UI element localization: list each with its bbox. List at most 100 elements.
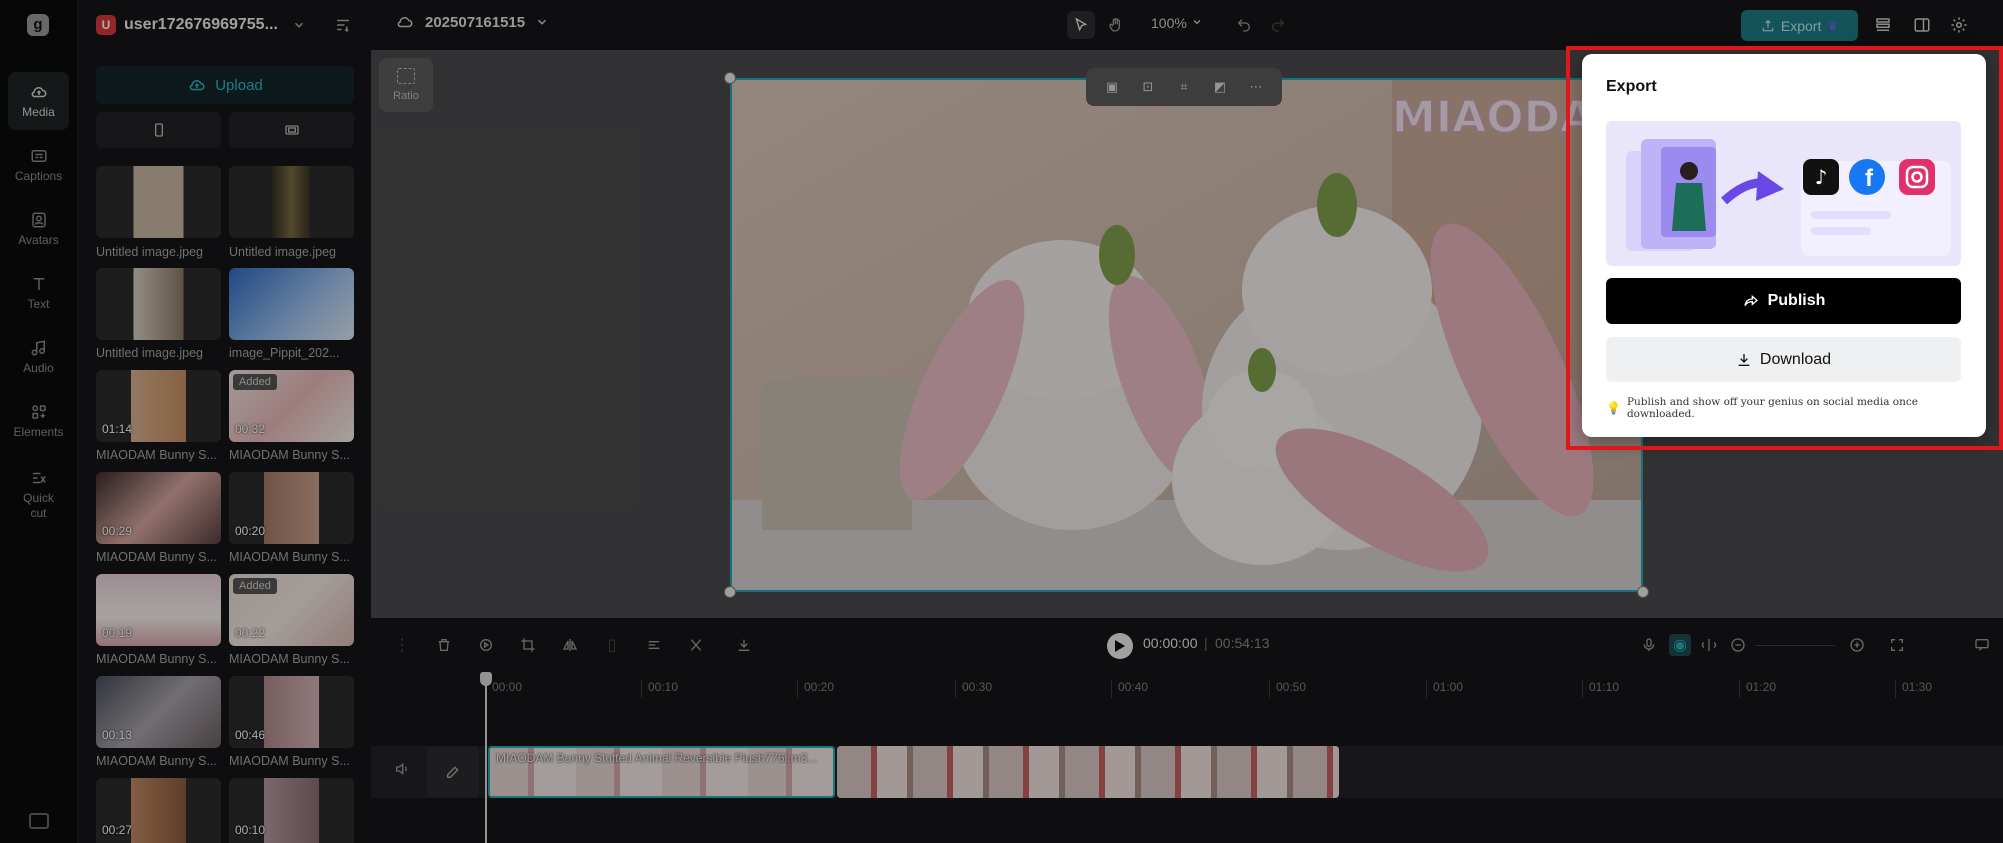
ratio-button[interactable]: Ratio [379,58,433,112]
settings-button[interactable] [1945,11,1973,39]
media-item[interactable]: 00:13 [96,676,221,748]
cloud-upload-icon [189,80,205,91]
keyboard-icon[interactable] [29,813,49,829]
music-icon [31,340,45,356]
added-badge: Added [233,374,277,390]
rail-item-captions[interactable]: Captions [8,136,69,194]
resize-handle[interactable] [1637,586,1649,598]
timeline-clip[interactable] [837,746,1339,798]
floating-toolbar: ▣ ⊡ ⌗ ◩ ⋯ [1086,68,1282,106]
fit-timeline-icon[interactable] [1886,634,1908,656]
duration-badge: 00:13 [102,728,133,742]
panel-toggle-button[interactable] [1908,11,1936,39]
rail-item-elements[interactable]: Elements [8,392,69,450]
media-item[interactable] [96,166,221,238]
playhead[interactable] [480,672,492,843]
total-time: 00:54:13 [1215,635,1270,651]
play-button[interactable] [1107,633,1133,659]
media-item[interactable] [229,268,354,340]
redo-button[interactable] [1264,11,1292,39]
publish-button[interactable]: Publish [1606,278,1961,324]
media-item[interactable]: Added 00:32 [229,370,354,442]
media-item[interactable]: 00:10 [229,778,354,843]
media-item[interactable]: 00:19 [96,574,221,646]
chevron-down-icon [538,19,547,25]
ruler-tick: 01:30 [1895,680,1932,698]
portrait-filter-button[interactable] [96,112,221,148]
rail-item-media[interactable]: Media [8,72,69,130]
project-menu[interactable]: 202507161515 [395,13,549,31]
landscape-filter-button[interactable] [229,112,354,148]
duration-badge: 00:27 [102,823,133,837]
media-item[interactable]: 01:14 [96,370,221,442]
delete-icon[interactable] [433,634,455,656]
resize-handle[interactable] [724,586,736,598]
media-item[interactable]: 00:46 [229,676,354,748]
replace-image-icon[interactable]: ▣ [1103,78,1121,96]
rail-item-quick-cut[interactable]: Quick cut [8,462,69,528]
rail-item-audio[interactable]: Audio [8,328,69,386]
zoom-value: 100% [1151,15,1187,31]
more-icon[interactable]: ⋯ [1247,78,1265,96]
layers-button[interactable] [1869,11,1897,39]
undo-button[interactable] [1230,11,1258,39]
mirror-icon[interactable] [559,634,581,656]
resize-handle[interactable] [724,72,736,84]
media-item[interactable]: 00:27 [96,778,221,843]
app-logo-icon[interactable]: g [27,14,49,36]
upload-button[interactable]: Upload [96,66,354,104]
lightbulb-icon: 💡 [1606,401,1621,415]
crop-icon[interactable]: ⌗ [1175,78,1193,96]
media-item[interactable]: 00:29 [96,472,221,544]
landscape-icon [284,125,299,135]
rail-label: Audio [23,361,54,375]
svg-text:♪: ♪ [1815,165,1828,189]
publish-illustration: ♪ f [1606,121,1961,266]
download-clip-icon[interactable] [727,634,761,656]
media-item[interactable]: Added 00:22 [229,574,354,646]
volume-icon[interactable] [391,758,413,780]
media-item-label: MIAODAM Bunny S... [229,754,350,768]
comment-icon[interactable] [1971,634,1993,656]
duration-badge: 00:22 [235,626,266,640]
cover-edit-button[interactable] [427,746,479,798]
zoom-slider[interactable] [1755,645,1835,646]
zoom-menu[interactable]: 100% [1151,15,1203,31]
chevron-down-icon[interactable] [292,18,306,32]
background-icon[interactable]: ◩ [1211,78,1229,96]
media-item[interactable] [96,268,221,340]
split-icon[interactable]: ⋮ [391,634,413,656]
export-button[interactable]: Export ♛ [1741,10,1858,41]
timeline-clip-selected[interactable]: MIAODAM Bunny Stuffed Animal Reversible … [488,746,835,798]
sort-icon[interactable] [334,16,352,34]
microphone-icon[interactable] [1638,634,1660,656]
media-item[interactable] [229,166,354,238]
freeze-icon[interactable]: ▯ [601,634,623,656]
adjust-icon[interactable] [643,634,665,656]
pointer-icon [1075,17,1088,32]
media-item[interactable]: 00:20 [229,472,354,544]
video-preview[interactable]: MIAODA [730,78,1643,592]
trim-icon[interactable] [685,634,707,656]
download-button[interactable]: Download [1606,337,1961,382]
hand-tool-button[interactable] [1102,11,1130,39]
zoom-in-icon[interactable] [1846,634,1868,656]
play-icon [1115,640,1125,652]
zoom-out-icon[interactable] [1727,634,1749,656]
media-panel: U user172676969755... Upload Untitled im… [78,0,371,843]
export-label: Export [1780,17,1822,34]
duration-badge: 01:14 [102,422,133,436]
time-ruler[interactable]: 00:00 00:10 00:20 00:30 00:40 00:50 01:0… [371,674,2003,704]
duration-badge: 00:20 [235,524,266,538]
layers-icon [1876,18,1890,31]
fit-icon[interactable]: ⊡ [1139,78,1157,96]
rail-item-text[interactable]: Text [8,264,69,322]
magnet-icon[interactable]: ◉ [1669,634,1691,656]
media-item-label: MIAODAM Bunny S... [96,754,217,768]
split-view-icon[interactable] [1698,634,1720,656]
speed-icon[interactable] [475,634,497,656]
crop-icon[interactable] [517,634,539,656]
media-item-label: image_Pippit_202... [229,346,340,360]
rail-item-avatars[interactable]: Avatars [8,200,69,258]
select-tool-button[interactable] [1067,11,1095,39]
